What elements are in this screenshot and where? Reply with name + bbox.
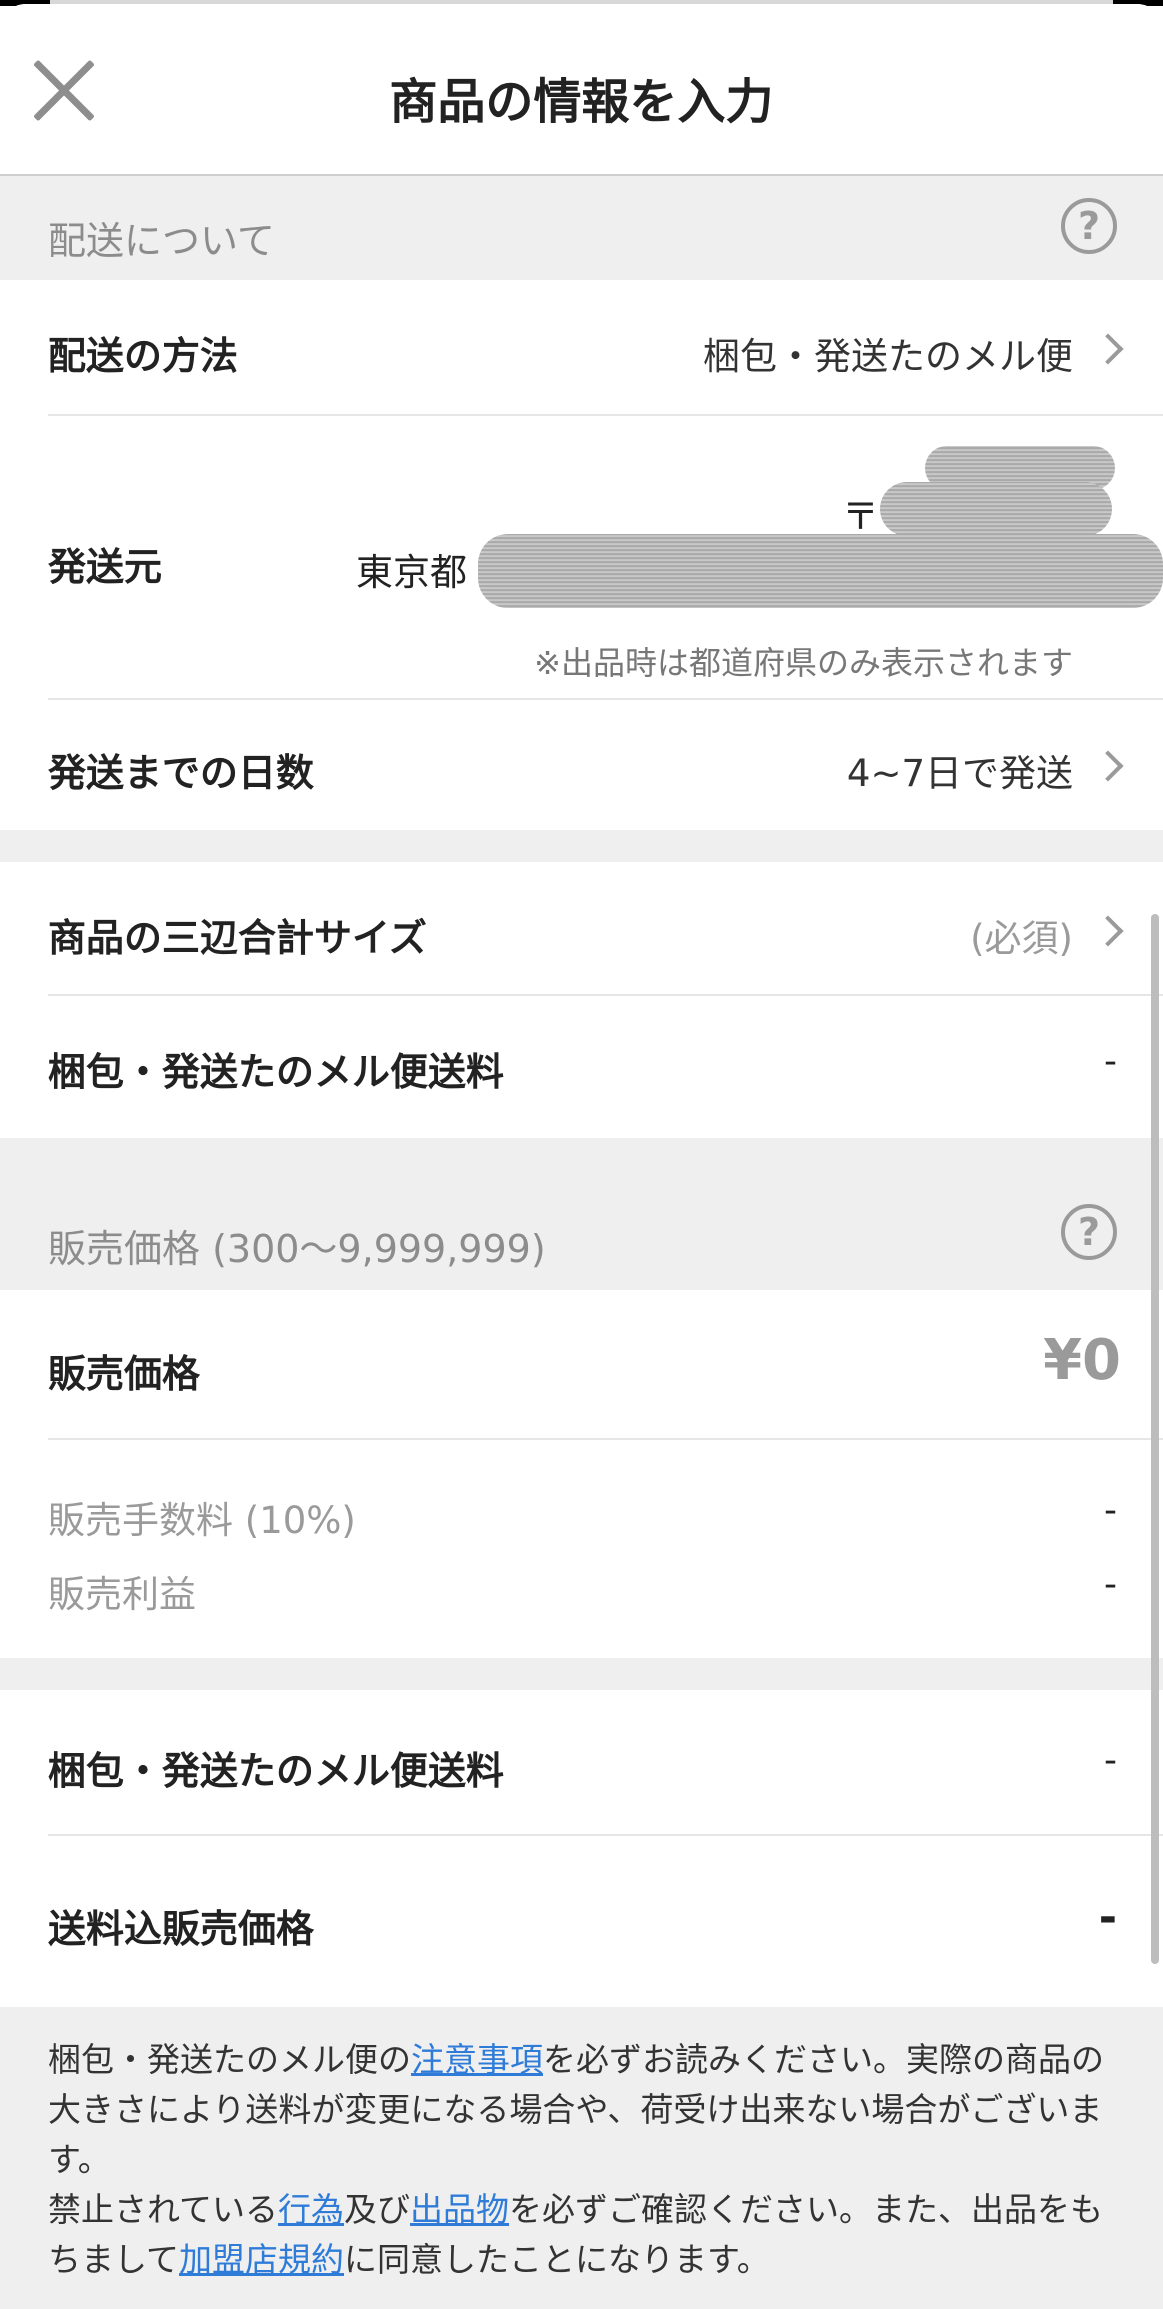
section-gap bbox=[0, 1658, 1163, 1690]
notice-text: 及び bbox=[344, 2190, 411, 2229]
shipping-section-title: 配送について bbox=[48, 219, 275, 263]
price-section-title: 販売価格 (300～9,999,999) bbox=[48, 1227, 546, 1271]
prohibited-items-link[interactable]: 出品物 bbox=[410, 2190, 509, 2229]
commission-value: - bbox=[1104, 1490, 1117, 1531]
shipping-fee-row: 梱包・発送たのメル便送料 - bbox=[0, 996, 1163, 1138]
notice-text: 禁止されている bbox=[48, 2190, 279, 2229]
shipping-days-label: 発送までの日数 bbox=[48, 751, 315, 795]
shipping-method-label: 配送の方法 bbox=[48, 334, 239, 378]
merchant-terms-link[interactable]: 加盟店規約 bbox=[179, 2240, 344, 2279]
item-size-label: 商品の三辺合計サイズ bbox=[48, 916, 427, 960]
shipping-method-value: 梱包・発送たのメル便 bbox=[703, 335, 1073, 378]
commission-label: 販売手数料 (10%) bbox=[48, 1499, 356, 1542]
notice-text: 梱包・発送たのメル便の bbox=[48, 2040, 411, 2079]
help-icon[interactable]: ? bbox=[1061, 198, 1117, 254]
chevron-right-icon bbox=[1092, 333, 1124, 365]
notice-box: 梱包・発送たのメル便の注意事項を必ずお読みください。実際の商品の大きさにより送料… bbox=[0, 2007, 1163, 2309]
shipping-fee-value: - bbox=[1104, 1041, 1117, 1082]
profit-label: 販売利益 bbox=[48, 1573, 196, 1616]
sale-price-row[interactable]: 販売価格 ¥0 bbox=[0, 1290, 1163, 1438]
notice-paragraph-1: 梱包・発送たのメル便の注意事項を必ずお読みください。実際の商品の大きさにより送料… bbox=[48, 2035, 1108, 2185]
notice-paragraph-2: 禁止されている行為及び出品物を必ずご確認ください。また、出品をもちまして加盟店規… bbox=[48, 2185, 1108, 2285]
price-breakdown: 販売手数料 (10%) - 販売利益 - bbox=[0, 1440, 1163, 1658]
page-title: 商品の情報を入力 bbox=[389, 74, 774, 130]
shipping-fee-row-2: 梱包・発送たのメル便送料 - bbox=[0, 1690, 1163, 1834]
chevron-right-icon bbox=[1092, 750, 1124, 782]
notice-text: に同意したことになります。 bbox=[344, 2240, 770, 2279]
cautions-link[interactable]: 注意事項 bbox=[411, 2040, 543, 2079]
section-gap bbox=[0, 830, 1163, 862]
profit-value: - bbox=[1104, 1564, 1117, 1605]
address-prefix: 東京都 bbox=[356, 551, 467, 594]
origin-note: ※出品時は都道府県のみ表示されます bbox=[534, 644, 1073, 682]
help-icon[interactable]: ? bbox=[1061, 1204, 1117, 1260]
shipping-fee-value: - bbox=[1104, 1740, 1117, 1781]
shipping-fee-label: 梱包・発送たのメル便送料 bbox=[48, 1050, 505, 1094]
postal-mark: 〒 bbox=[842, 495, 879, 538]
item-size-row[interactable]: 商品の三辺合計サイズ (必須) bbox=[0, 862, 1163, 994]
redacted-postal-code bbox=[880, 482, 1112, 536]
sale-price-label: 販売価格 bbox=[48, 1352, 201, 1396]
total-price-row: 送料込販売価格 - bbox=[0, 1836, 1163, 2006]
sale-price-input[interactable]: ¥0 bbox=[1043, 1328, 1121, 1393]
shipping-method-row[interactable]: 配送の方法 梱包・発送たのメル便 bbox=[0, 280, 1163, 414]
shipping-section-header: 配送について ? bbox=[0, 176, 1163, 280]
modal-sheet: 商品の情報を入力 配送について ? 配送の方法 梱包・発送たのメル便 発送元 〒… bbox=[0, 4, 1163, 2309]
total-price-label: 送料込販売価格 bbox=[48, 1907, 315, 1951]
redacted-address bbox=[478, 534, 1163, 608]
modal-header: 商品の情報を入力 bbox=[0, 4, 1163, 176]
price-section-header: 販売価格 (300～9,999,999) ? bbox=[0, 1138, 1163, 1290]
shipping-origin-label: 発送元 bbox=[48, 545, 163, 589]
chevron-right-icon bbox=[1092, 915, 1124, 947]
prohibited-acts-link[interactable]: 行為 bbox=[278, 2190, 344, 2229]
total-price-value: - bbox=[1098, 1892, 1117, 1943]
item-size-value: (必須) bbox=[970, 917, 1073, 960]
shipping-origin-row[interactable]: 発送元 〒 東京都 ※出品時は都道府県のみ表示されます bbox=[0, 416, 1163, 698]
scrollbar[interactable] bbox=[1151, 914, 1159, 1964]
shipping-days-value: 4~7日で発送 bbox=[846, 752, 1073, 795]
shipping-days-row[interactable]: 発送までの日数 4~7日で発送 bbox=[0, 700, 1163, 830]
shipping-fee-label: 梱包・発送たのメル便送料 bbox=[48, 1749, 505, 1793]
